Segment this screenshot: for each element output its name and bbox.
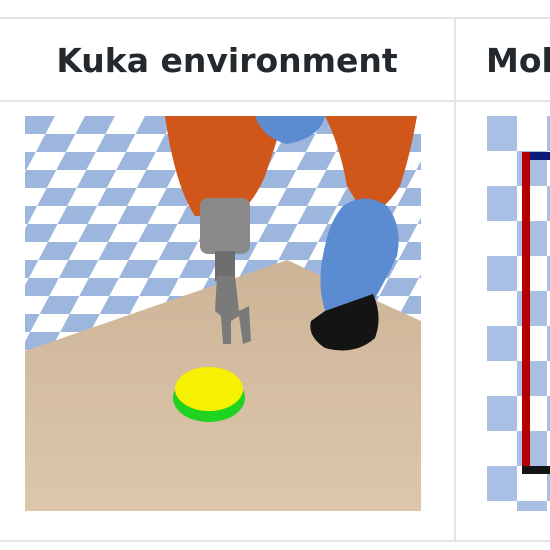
table-bottom-border <box>0 540 550 542</box>
mol-grid-background <box>487 116 550 511</box>
environments-table: Kuka environment Mol <box>0 0 550 550</box>
kuka-environment-image <box>25 116 421 511</box>
robot-wrist <box>200 198 250 254</box>
column-header-kuka: Kuka environment <box>56 40 398 80</box>
mol-bottom-wall <box>522 466 550 474</box>
column-header-mol: Mol <box>486 40 550 80</box>
target-puck-yellow <box>175 367 243 411</box>
mol-environment-image <box>487 116 550 511</box>
mol-left-wall <box>522 152 530 472</box>
